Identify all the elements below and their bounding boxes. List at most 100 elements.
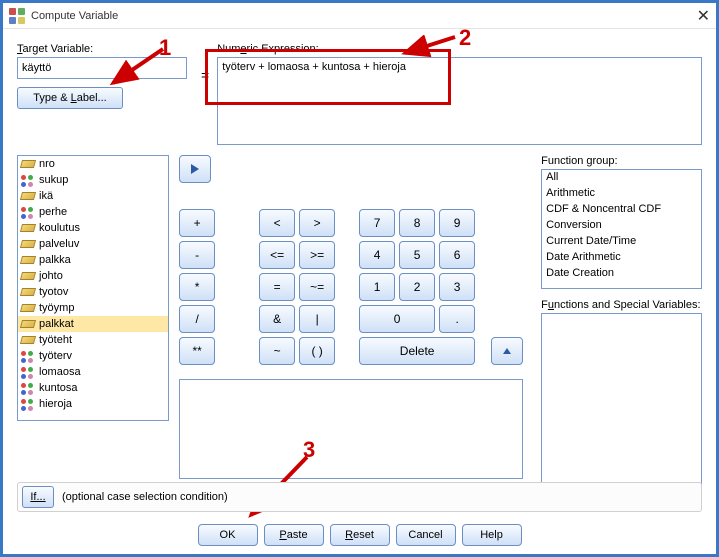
variable-item-label: kuntosa <box>39 382 78 394</box>
variables-list[interactable]: nro sukup ikä perhe koulutus palveluv palkka jo… <box>17 155 169 421</box>
keypad-key[interactable]: ** <box>179 337 215 365</box>
ok-button[interactable]: OK <box>198 524 258 546</box>
variable-item[interactable]: koulutus <box>18 220 168 236</box>
variable-item-label: ikä <box>39 190 53 202</box>
variable-item[interactable]: ikä <box>18 188 168 204</box>
variable-item[interactable]: johto <box>18 268 168 284</box>
close-icon[interactable]: ✕ <box>697 6 710 26</box>
function-group-item[interactable]: Conversion <box>542 218 701 234</box>
app-icon <box>9 8 25 24</box>
arrow-up-icon <box>501 345 513 357</box>
variable-item[interactable]: nro <box>18 156 168 172</box>
functions-special-label: Functions and Special Variables: <box>541 299 702 311</box>
keypad-key[interactable]: 1 <box>359 273 395 301</box>
variable-item[interactable]: palkka <box>18 252 168 268</box>
compute-variable-dialog: Compute Variable ✕ 1 2 3 Target Variable… <box>0 0 719 557</box>
scale-icon <box>21 239 35 250</box>
keypad-key[interactable]: | <box>299 305 335 333</box>
paste-button[interactable]: Paste <box>264 524 324 546</box>
variable-item[interactable]: kuntosa <box>18 380 168 396</box>
variable-item-label: perhe <box>39 206 67 218</box>
nominal-icon <box>21 351 35 362</box>
keypad-key[interactable]: 6 <box>439 241 475 269</box>
keypad-key[interactable]: * <box>179 273 215 301</box>
keypad-key[interactable]: ~ <box>259 337 295 365</box>
function-group-item[interactable]: CDF & Noncentral CDF <box>542 202 701 218</box>
function-group-item[interactable]: All <box>542 170 701 186</box>
function-group-list[interactable]: AllArithmeticCDF & Noncentral CDFConvers… <box>541 169 702 289</box>
variable-item[interactable]: tyotov <box>18 284 168 300</box>
variable-item-label: koulutus <box>39 222 80 234</box>
variable-item[interactable]: työterv <box>18 348 168 364</box>
callout-number-3: 3 <box>303 437 315 463</box>
keypad: + <>789 - <=>= 456 * =~= 123 / &| 0. ** ~( ) Delete <box>179 209 475 365</box>
scale-icon <box>21 159 35 170</box>
keypad-key[interactable]: 5 <box>399 241 435 269</box>
help-button[interactable]: Help <box>462 524 522 546</box>
scale-icon <box>21 319 35 330</box>
variable-item[interactable]: lomaosa <box>18 364 168 380</box>
keypad-delete[interactable]: Delete <box>359 337 475 365</box>
type-label-button[interactable]: Type & Label... <box>17 87 123 109</box>
keypad-key[interactable]: >= <box>299 241 335 269</box>
functions-special-list[interactable] <box>541 313 702 499</box>
variable-item[interactable]: palveluv <box>18 236 168 252</box>
function-group-item[interactable]: Current Date/Time <box>542 234 701 250</box>
variable-item-label: työymp <box>39 302 74 314</box>
keypad-key[interactable]: . <box>439 305 475 333</box>
scale-icon <box>21 255 35 266</box>
nominal-icon <box>21 207 35 218</box>
window-title: Compute Variable <box>31 10 118 22</box>
keypad-key[interactable]: ~= <box>299 273 335 301</box>
keypad-key[interactable]: > <box>299 209 335 237</box>
callout-box-2 <box>205 49 451 105</box>
scale-icon <box>21 223 35 234</box>
move-right-button[interactable] <box>179 155 211 183</box>
variable-item-label: sukup <box>39 174 68 186</box>
scale-icon <box>21 335 35 346</box>
variable-item-label: tyotov <box>39 286 68 298</box>
variable-item-label: lomaosa <box>39 366 81 378</box>
keypad-key[interactable]: 7 <box>359 209 395 237</box>
variable-item[interactable]: perhe <box>18 204 168 220</box>
function-group-item[interactable]: Date Arithmetic <box>542 250 701 266</box>
keypad-key[interactable]: / <box>179 305 215 333</box>
if-description: (optional case selection condition) <box>62 491 228 503</box>
variable-item[interactable]: työymp <box>18 300 168 316</box>
if-row: If... (optional case selection condition… <box>17 482 702 512</box>
keypad-key[interactable]: 9 <box>439 209 475 237</box>
keypad-key[interactable]: < <box>259 209 295 237</box>
variable-item-label: palkkat <box>39 318 74 330</box>
scale-icon <box>21 271 35 282</box>
keypad-key[interactable]: & <box>259 305 295 333</box>
keypad-key[interactable]: ( ) <box>299 337 335 365</box>
keypad-key[interactable]: - <box>179 241 215 269</box>
arrow-right-icon <box>188 162 202 176</box>
move-up-button[interactable] <box>491 337 523 365</box>
keypad-key[interactable]: 2 <box>399 273 435 301</box>
keypad-key[interactable]: 0 <box>359 305 435 333</box>
keypad-key[interactable]: <= <box>259 241 295 269</box>
variable-item-label: työterv <box>39 350 72 362</box>
keypad-key[interactable]: 4 <box>359 241 395 269</box>
nominal-icon <box>21 383 35 394</box>
function-group-item[interactable]: Arithmetic <box>542 186 701 202</box>
cancel-button[interactable]: Cancel <box>396 524 456 546</box>
reset-button[interactable]: Reset <box>330 524 390 546</box>
variable-item-label: palkka <box>39 254 71 266</box>
variable-item[interactable]: sukup <box>18 172 168 188</box>
nominal-icon <box>21 175 35 186</box>
function-group-label: Function group: <box>541 155 702 167</box>
function-group-item[interactable]: Date Creation <box>542 266 701 282</box>
titlebar: Compute Variable ✕ <box>3 3 716 29</box>
variable-item[interactable]: palkkat <box>18 316 168 332</box>
variable-item-label: palveluv <box>39 238 79 250</box>
scale-icon <box>21 303 35 314</box>
keypad-key[interactable]: 3 <box>439 273 475 301</box>
keypad-key[interactable]: = <box>259 273 295 301</box>
keypad-key[interactable]: 8 <box>399 209 435 237</box>
variable-item[interactable]: hieroja <box>18 396 168 412</box>
if-button[interactable]: If... <box>22 486 54 508</box>
keypad-key[interactable]: + <box>179 209 215 237</box>
variable-item[interactable]: työteht <box>18 332 168 348</box>
